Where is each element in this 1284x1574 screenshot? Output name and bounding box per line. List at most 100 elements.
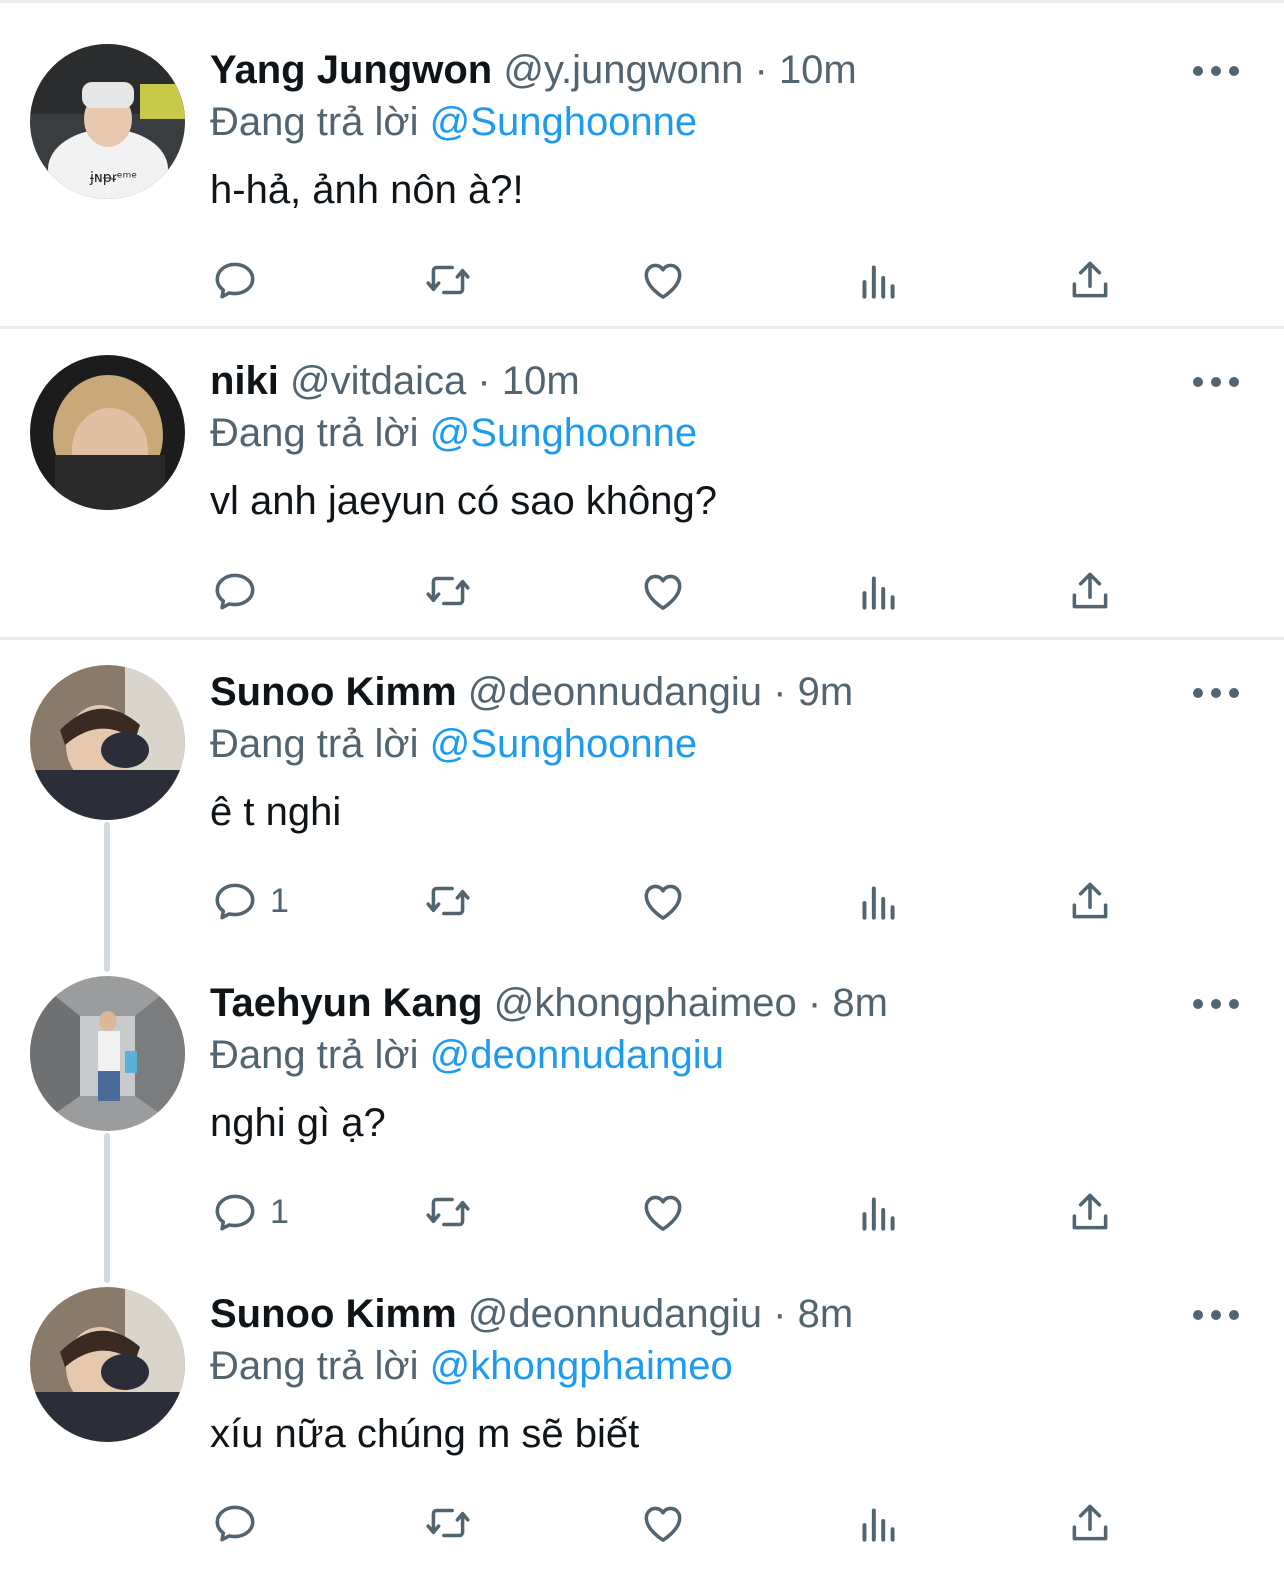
reply-button[interactable]	[210, 252, 270, 308]
retweet-button[interactable]	[423, 563, 473, 619]
views-button[interactable]	[853, 1495, 903, 1551]
tweet-header: Taehyun Kang @khongphaimeo · 8m	[210, 978, 888, 1028]
user-handle[interactable]: @khongphaimeo	[494, 981, 797, 1025]
more-options-button[interactable]	[1193, 1305, 1239, 1325]
retweet-button[interactable]	[423, 873, 473, 929]
replying-to: Đang trả lời @Sunghoonne	[210, 97, 697, 147]
replying-prefix: Đang trả lời	[210, 722, 419, 766]
tweet-header: Sunoo Kimm @deonnudangiu · 8m	[210, 1289, 853, 1339]
avatar[interactable]: ɉɴᵽᵲᵉᵐᵉ	[30, 44, 185, 199]
retweet-button[interactable]	[423, 1495, 473, 1551]
reply-bubble-icon	[215, 573, 255, 610]
more-horizontal-icon	[1193, 688, 1203, 698]
tweet-actions: 1	[210, 1184, 1130, 1240]
views-button[interactable]	[853, 563, 903, 619]
separator-dot: ·	[477, 359, 491, 403]
share-button[interactable]	[1065, 1184, 1115, 1240]
timestamp[interactable]: 10m	[779, 48, 857, 92]
reply-button[interactable]	[210, 1495, 270, 1551]
tweet-actions	[210, 252, 1130, 308]
timestamp[interactable]: 9m	[798, 670, 854, 714]
more-horizontal-icon	[1193, 66, 1203, 76]
replying-prefix: Đang trả lời	[210, 411, 419, 455]
tweet-yang-jungwon[interactable]: ɉɴᵽᵲᵉᵐᵉ Yang Jungwon @y.jungwonn · 10m Đ…	[0, 0, 1284, 330]
replying-to: Đang trả lời @Sunghoonne	[210, 408, 697, 458]
avatar[interactable]	[30, 665, 185, 820]
reply-count: 1	[270, 881, 289, 920]
user-handle[interactable]: @deonnudangiu	[468, 670, 762, 714]
share-button[interactable]	[1065, 873, 1115, 929]
user-handle[interactable]: @vitdaica	[290, 359, 466, 403]
dot	[1211, 1310, 1221, 1320]
mention-link[interactable]: @Sunghoonne	[430, 100, 698, 144]
analytics-bars-icon	[862, 576, 895, 610]
more-options-button[interactable]	[1193, 683, 1239, 703]
dot	[1211, 999, 1221, 1009]
tweet-text: ê t nghi	[210, 790, 342, 834]
dot	[1211, 377, 1221, 387]
reply-button[interactable]: 1	[210, 873, 289, 929]
tweet-taehyun-kang[interactable]: Taehyun Kang @khongphaimeo · 8m Đang trả…	[0, 951, 1284, 1262]
reply-button[interactable]	[210, 563, 270, 619]
dot	[1229, 999, 1239, 1009]
like-button[interactable]	[638, 563, 688, 619]
share-upload-icon	[1072, 1193, 1108, 1230]
separator-dot: ·	[807, 981, 822, 1025]
heart-icon	[644, 884, 682, 920]
avatar[interactable]	[30, 976, 185, 1131]
tweet-sunoo-kimm-2[interactable]: Sunoo Kimm @deonnudangiu · 8m Đang trả l…	[0, 1262, 1284, 1574]
mention-link[interactable]: @Sunghoonne	[430, 722, 698, 766]
mention-link[interactable]: @Sunghoonne	[430, 411, 698, 455]
heart-icon	[644, 263, 682, 299]
timestamp[interactable]: 8m	[798, 1292, 854, 1336]
more-horizontal-icon	[1193, 1310, 1203, 1320]
reply-bubble-icon	[215, 883, 255, 920]
display-name[interactable]: Sunoo Kimm	[210, 1292, 457, 1336]
tweet-text: vl anh jaeyun có sao không?	[210, 479, 718, 523]
views-button[interactable]	[853, 252, 903, 308]
like-button[interactable]	[638, 252, 688, 308]
like-button[interactable]	[638, 1184, 688, 1240]
share-button[interactable]	[1065, 563, 1115, 619]
like-button[interactable]	[638, 1495, 688, 1551]
tweet-sunoo-kimm-1[interactable]: Sunoo Kimm @deonnudangiu · 9m Đang trả l…	[0, 640, 1284, 951]
more-options-button[interactable]	[1193, 994, 1239, 1014]
timestamp[interactable]: 8m	[832, 981, 888, 1025]
user-handle[interactable]: @y.jungwonn	[503, 48, 743, 92]
reply-button[interactable]: 1	[210, 1184, 289, 1240]
avatar[interactable]	[30, 355, 185, 510]
display-name[interactable]: Sunoo Kimm	[210, 670, 457, 714]
tweet-header: Sunoo Kimm @deonnudangiu · 9m	[210, 667, 853, 717]
dot	[1211, 688, 1221, 698]
replying-prefix: Đang trả lời	[210, 100, 419, 144]
mention-link[interactable]: @khongphaimeo	[430, 1344, 733, 1388]
svg-text:ɉɴᵽᵲᵉᵐᵉ: ɉɴᵽᵲᵉᵐᵉ	[89, 170, 137, 186]
more-options-button[interactable]	[1193, 61, 1239, 81]
like-button[interactable]	[638, 873, 688, 929]
dot	[1229, 688, 1239, 698]
share-button[interactable]	[1065, 252, 1115, 308]
reply-bubble-icon	[215, 1505, 255, 1542]
display-name[interactable]: niki	[210, 359, 279, 403]
retweet-icon	[426, 1508, 470, 1538]
tweet-text: nghi gì ạ?	[210, 1101, 386, 1145]
avatar[interactable]	[30, 1287, 185, 1442]
retweet-button[interactable]	[423, 252, 473, 308]
mention-link[interactable]: @deonnudangiu	[430, 1033, 724, 1077]
tweet-niki[interactable]: niki @vitdaica · 10m Đang trả lời @Sungh…	[0, 330, 1284, 640]
share-button[interactable]	[1065, 1495, 1115, 1551]
tweet-actions	[210, 1495, 1130, 1551]
views-button[interactable]	[853, 873, 903, 929]
dot	[1229, 377, 1239, 387]
display-name[interactable]: Taehyun Kang	[210, 981, 483, 1025]
views-button[interactable]	[853, 1184, 903, 1240]
analytics-bars-icon	[862, 1197, 895, 1231]
replying-to: Đang trả lời @khongphaimeo	[210, 1341, 733, 1391]
display-name[interactable]: Yang Jungwon	[210, 48, 492, 92]
tweet-divider	[0, 326, 1284, 329]
timestamp[interactable]: 10m	[502, 359, 580, 403]
dot	[1211, 66, 1221, 76]
more-options-button[interactable]	[1193, 372, 1239, 392]
user-handle[interactable]: @deonnudangiu	[468, 1292, 762, 1336]
retweet-button[interactable]	[423, 1184, 473, 1240]
